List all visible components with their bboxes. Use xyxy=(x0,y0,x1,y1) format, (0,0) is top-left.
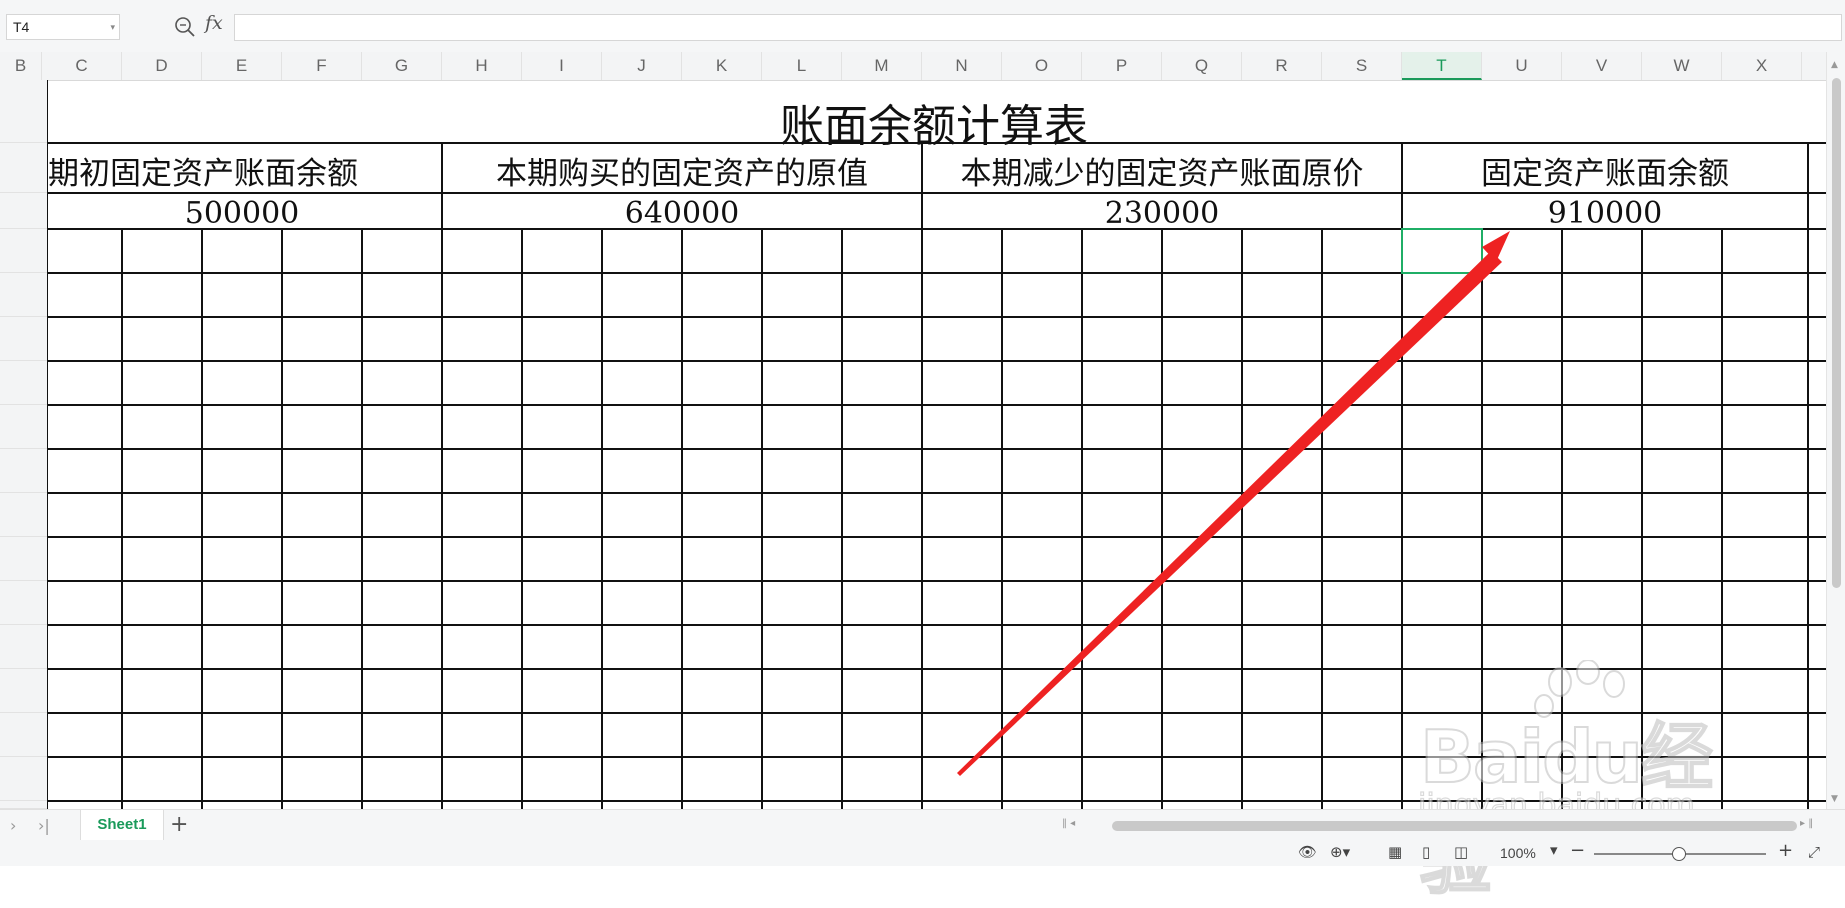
row-header[interactable] xyxy=(0,493,47,537)
add-sheet-icon[interactable]: + xyxy=(170,812,188,837)
scroll-down-icon[interactable]: ▼ xyxy=(1831,794,1838,804)
page-layout-icon[interactable]: ▯ xyxy=(1422,843,1430,861)
value-cell-opening-balance[interactable]: 500000 xyxy=(47,196,442,231)
zoom-level[interactable]: 100% xyxy=(1500,845,1536,861)
column-header-u[interactable]: U xyxy=(1482,52,1562,80)
zoom-slider-handle[interactable] xyxy=(1672,847,1686,861)
column-header-l[interactable]: L xyxy=(762,52,842,80)
column-header-b[interactable]: B xyxy=(0,52,42,80)
row-header[interactable] xyxy=(0,713,47,757)
normal-view-icon[interactable]: ▦ xyxy=(1388,843,1402,861)
column-header-m[interactable]: M xyxy=(842,52,922,80)
column-header-w[interactable]: W xyxy=(1642,52,1722,80)
column-header-n[interactable]: N xyxy=(922,52,1002,80)
freeze-pane-icon[interactable]: ⊕▾ xyxy=(1330,843,1350,861)
column-header-j[interactable]: J xyxy=(602,52,682,80)
formula-bar: T4 ▾ fx xyxy=(0,0,1845,53)
row-header[interactable] xyxy=(0,537,47,581)
row-header[interactable] xyxy=(0,449,47,493)
selected-cell-outline[interactable] xyxy=(1401,228,1483,274)
formula-input[interactable] xyxy=(234,14,1842,41)
last-sheet-icon[interactable]: ›| xyxy=(38,816,50,835)
value-cell-book-balance[interactable]: 910000 xyxy=(1402,196,1808,231)
header-cell-opening-balance[interactable]: 期初固定资产账面余额 xyxy=(48,148,448,193)
cell-reference: T4 xyxy=(13,19,30,35)
chevron-down-icon[interactable]: ▾ xyxy=(110,15,115,39)
row-header[interactable] xyxy=(0,405,47,449)
header-cell-book-balance[interactable]: 固定资产账面余额 xyxy=(1402,148,1808,193)
row-header[interactable] xyxy=(0,229,47,273)
scroll-left-icon[interactable]: ‖ ◂ xyxy=(1062,818,1075,829)
row-header[interactable] xyxy=(0,273,47,317)
fx-icon[interactable]: fx xyxy=(205,12,223,34)
row-header[interactable] xyxy=(0,669,47,713)
fullscreen-icon[interactable]: ⤢ xyxy=(1808,843,1820,861)
worksheet-grid[interactable]: 账面余额计算表 期初固定资产账面余额 本期购买的固定资产的原值 本期减少的固定资… xyxy=(47,80,1826,809)
column-header-s[interactable]: S xyxy=(1322,52,1402,80)
eye-protection-icon[interactable]: 👁 xyxy=(1298,843,1317,861)
column-header-i[interactable]: I xyxy=(522,52,602,80)
column-header-h[interactable]: H xyxy=(442,52,522,80)
row-header[interactable] xyxy=(0,625,47,669)
column-header-r[interactable]: R xyxy=(1242,52,1322,80)
row-header[interactable] xyxy=(0,757,47,801)
zoom-out-icon[interactable]: − xyxy=(1570,840,1585,861)
row-header[interactable] xyxy=(0,193,47,229)
header-cell-purchased-value[interactable]: 本期购买的固定资产的原值 xyxy=(442,148,922,193)
column-header-q[interactable]: Q xyxy=(1162,52,1242,80)
tab-sheet1[interactable]: Sheet1 xyxy=(80,810,164,840)
row-header[interactable] xyxy=(0,581,47,625)
header-cell-reduced-value[interactable]: 本期减少的固定资产账面原价 xyxy=(922,148,1402,193)
scroll-right-icon[interactable]: ▸ ‖ xyxy=(1800,818,1813,829)
scroll-up-icon[interactable]: ▲ xyxy=(1831,60,1838,70)
status-bar: 👁 ⊕▾ ▦ ▯ ◫ 100% ▾ − + ⤢ xyxy=(0,840,1845,866)
column-header-c[interactable]: C xyxy=(42,52,122,80)
column-header-g[interactable]: G xyxy=(362,52,442,80)
vertical-scroll-thumb[interactable] xyxy=(1832,78,1841,588)
column-header-k[interactable]: K xyxy=(682,52,762,80)
row-header[interactable] xyxy=(0,317,47,361)
page-break-icon[interactable]: ◫ xyxy=(1454,843,1468,861)
value-cell-reduced-value[interactable]: 230000 xyxy=(922,196,1402,231)
value-cell-purchased-value[interactable]: 640000 xyxy=(442,196,922,231)
sheet-tab-bar: › ›| Sheet1 + ‖ ◂ ▸ ‖ xyxy=(0,809,1845,842)
row-header[interactable] xyxy=(0,801,47,809)
prev-sheet-icon[interactable]: › xyxy=(10,816,16,835)
column-header-v[interactable]: V xyxy=(1562,52,1642,80)
zoom-dropdown-icon[interactable]: ▾ xyxy=(1550,841,1558,859)
horizontal-scrollbar[interactable]: ‖ ◂ ▸ ‖ xyxy=(1062,818,1822,834)
horizontal-scroll-thumb[interactable] xyxy=(1112,821,1797,831)
table-title: 账面余额计算表 xyxy=(780,101,1088,152)
row-header[interactable] xyxy=(0,143,47,193)
column-header-d[interactable]: D xyxy=(122,52,202,80)
zoom-formula-icon[interactable] xyxy=(172,14,198,40)
row-header-bar xyxy=(0,80,48,809)
column-header-e[interactable]: E xyxy=(202,52,282,80)
column-header-bar: BCDEFGHIJKLMNOPQRSTUVWX xyxy=(0,52,1826,81)
zoom-in-icon[interactable]: + xyxy=(1778,840,1793,861)
column-header-f[interactable]: F xyxy=(282,52,362,80)
column-header-o[interactable]: O xyxy=(1002,52,1082,80)
column-header-x[interactable]: X xyxy=(1722,52,1802,80)
column-header-p[interactable]: P xyxy=(1082,52,1162,80)
column-header-t[interactable]: T xyxy=(1402,52,1482,80)
row-header[interactable] xyxy=(0,80,47,143)
name-box[interactable]: T4 ▾ xyxy=(6,14,120,40)
vertical-scrollbar[interactable]: ▲ ▼ xyxy=(1826,52,1845,809)
row-header[interactable] xyxy=(0,361,47,405)
